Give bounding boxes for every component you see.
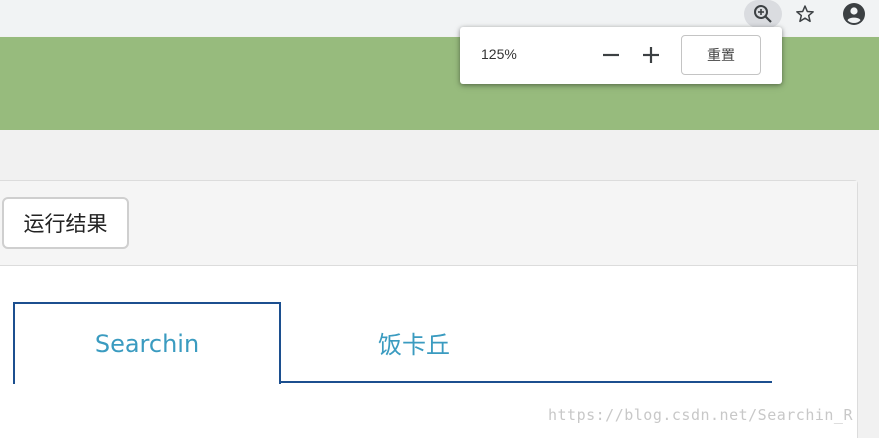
page-body: 运行结果 (0, 130, 879, 438)
plus-icon (643, 47, 659, 63)
account-icon[interactable] (836, 0, 872, 28)
tab-fankaqiu[interactable]: 饭卡丘 (281, 302, 547, 382)
zoom-in-button[interactable] (638, 42, 664, 68)
tab-bar-underline (280, 381, 772, 383)
zoom-reset-button[interactable]: 重置 (681, 35, 761, 75)
tab-searchin[interactable]: Searchin (13, 302, 281, 384)
zoom-out-button[interactable] (598, 42, 624, 68)
run-result-button[interactable]: 运行结果 (2, 197, 129, 249)
zoom-icon[interactable] (744, 0, 782, 28)
zoom-popup: 125% 重置 (460, 27, 782, 84)
zoom-level-value: 125% (481, 46, 517, 62)
watermark-url: https://blog.csdn.net/Searchin_R (548, 406, 853, 424)
minus-icon (603, 53, 619, 57)
panel-header: 运行结果 (0, 181, 857, 266)
star-icon[interactable] (787, 0, 823, 28)
